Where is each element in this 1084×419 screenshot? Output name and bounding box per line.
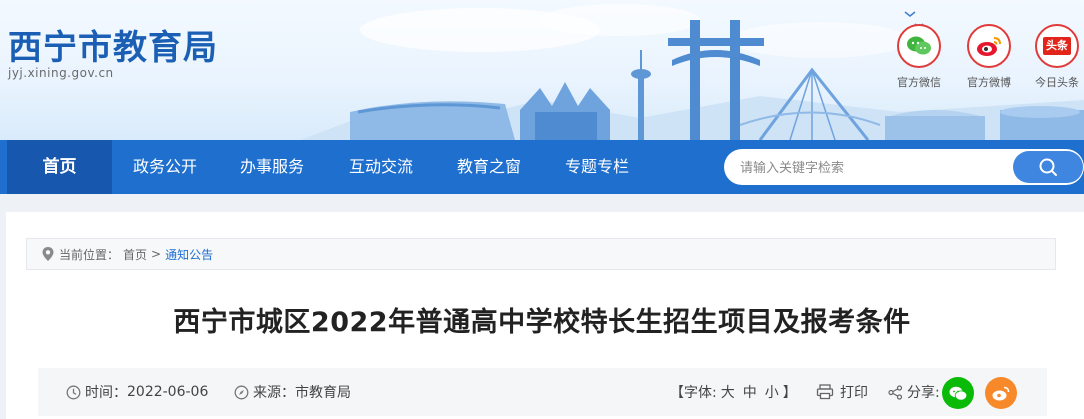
site-header: 西宁市教育局 jyj.xining.gov.cn 官方微信 官方微博 头条 今日… (0, 0, 1084, 140)
search-box (724, 149, 1084, 185)
article-title: 西宁市城区2022年普通高中学校特长生招生项目及报考条件 (173, 307, 911, 338)
weibo-icon (967, 24, 1011, 68)
breadcrumb-home-link[interactable]: 首页 (123, 246, 147, 263)
breadcrumb-prefix: 当前位置： (59, 247, 120, 262)
nav-item-special-topics[interactable]: 专题专栏 (565, 140, 629, 194)
compass-icon (234, 385, 249, 399)
article-source: 来源： 市教育局 (234, 368, 351, 416)
font-size-open: 【字体: (670, 385, 717, 401)
search-button[interactable] (1013, 151, 1083, 183)
site-domain: jyj.xining.gov.cn (8, 66, 114, 80)
breadcrumb-current-link[interactable]: 通知公告 (165, 246, 213, 263)
breadcrumb-separator: > (151, 247, 162, 261)
print-label: 打印 (840, 385, 868, 401)
toutiao-link[interactable]: 头条 今日头条 (1027, 24, 1084, 90)
printer-icon (816, 384, 834, 400)
official-wechat-link[interactable]: 官方微信 (889, 24, 949, 90)
social-label-weibo: 官方微博 (967, 76, 1011, 89)
font-size-medium-button[interactable]: 中 (743, 382, 757, 402)
font-size-large-button[interactable]: 大 (721, 382, 735, 402)
nav-item-interaction[interactable]: 互动交流 (349, 140, 413, 194)
wechat-icon (897, 24, 941, 68)
official-weibo-link[interactable]: 官方微博 (959, 24, 1019, 90)
share-wechat-button[interactable] (942, 377, 974, 409)
time-value: 2022-06-06 (127, 384, 209, 400)
article-time: 时间： 2022-06-06 (66, 368, 208, 416)
clock-icon (66, 385, 81, 399)
wechat-icon (949, 386, 968, 400)
article-meta-bar: 时间： 2022-06-06 来源： 市教育局 【字体: 大 中 小 】 打印 (38, 368, 1047, 416)
toutiao-badge-text: 头条 (1043, 37, 1071, 55)
nav-item-education-window[interactable]: 教育之窗 (457, 140, 521, 194)
social-label-toutiao: 今日头条 (1035, 76, 1079, 89)
font-size-switcher: 【字体: 大 中 小 】 (670, 368, 797, 416)
font-size-close: 】 (782, 385, 797, 401)
nav-item-government-affairs[interactable]: 政务公开 (133, 140, 197, 194)
breadcrumb: 当前位置： 首页 > 通知公告 (26, 238, 1056, 270)
source-value: 市教育局 (295, 385, 351, 401)
share-label: 分享: (907, 385, 940, 401)
share-section: 分享: (888, 368, 940, 416)
toutiao-icon: 头条 (1035, 24, 1079, 68)
social-label-wechat: 官方微信 (897, 76, 941, 89)
location-pin-icon (42, 247, 54, 261)
font-size-small-button[interactable]: 小 (765, 382, 779, 402)
weibo-icon (992, 386, 1010, 400)
share-icon (888, 384, 903, 400)
print-button[interactable]: 打印 (816, 368, 868, 416)
source-label: 来源： (253, 385, 295, 401)
nav-item-services[interactable]: 办事服务 (240, 140, 304, 194)
time-label: 时间： (85, 385, 127, 401)
search-icon (1039, 158, 1057, 176)
site-title[interactable]: 西宁市教育局 (8, 20, 218, 69)
share-weibo-button[interactable] (985, 377, 1017, 409)
search-input[interactable] (740, 149, 1010, 185)
